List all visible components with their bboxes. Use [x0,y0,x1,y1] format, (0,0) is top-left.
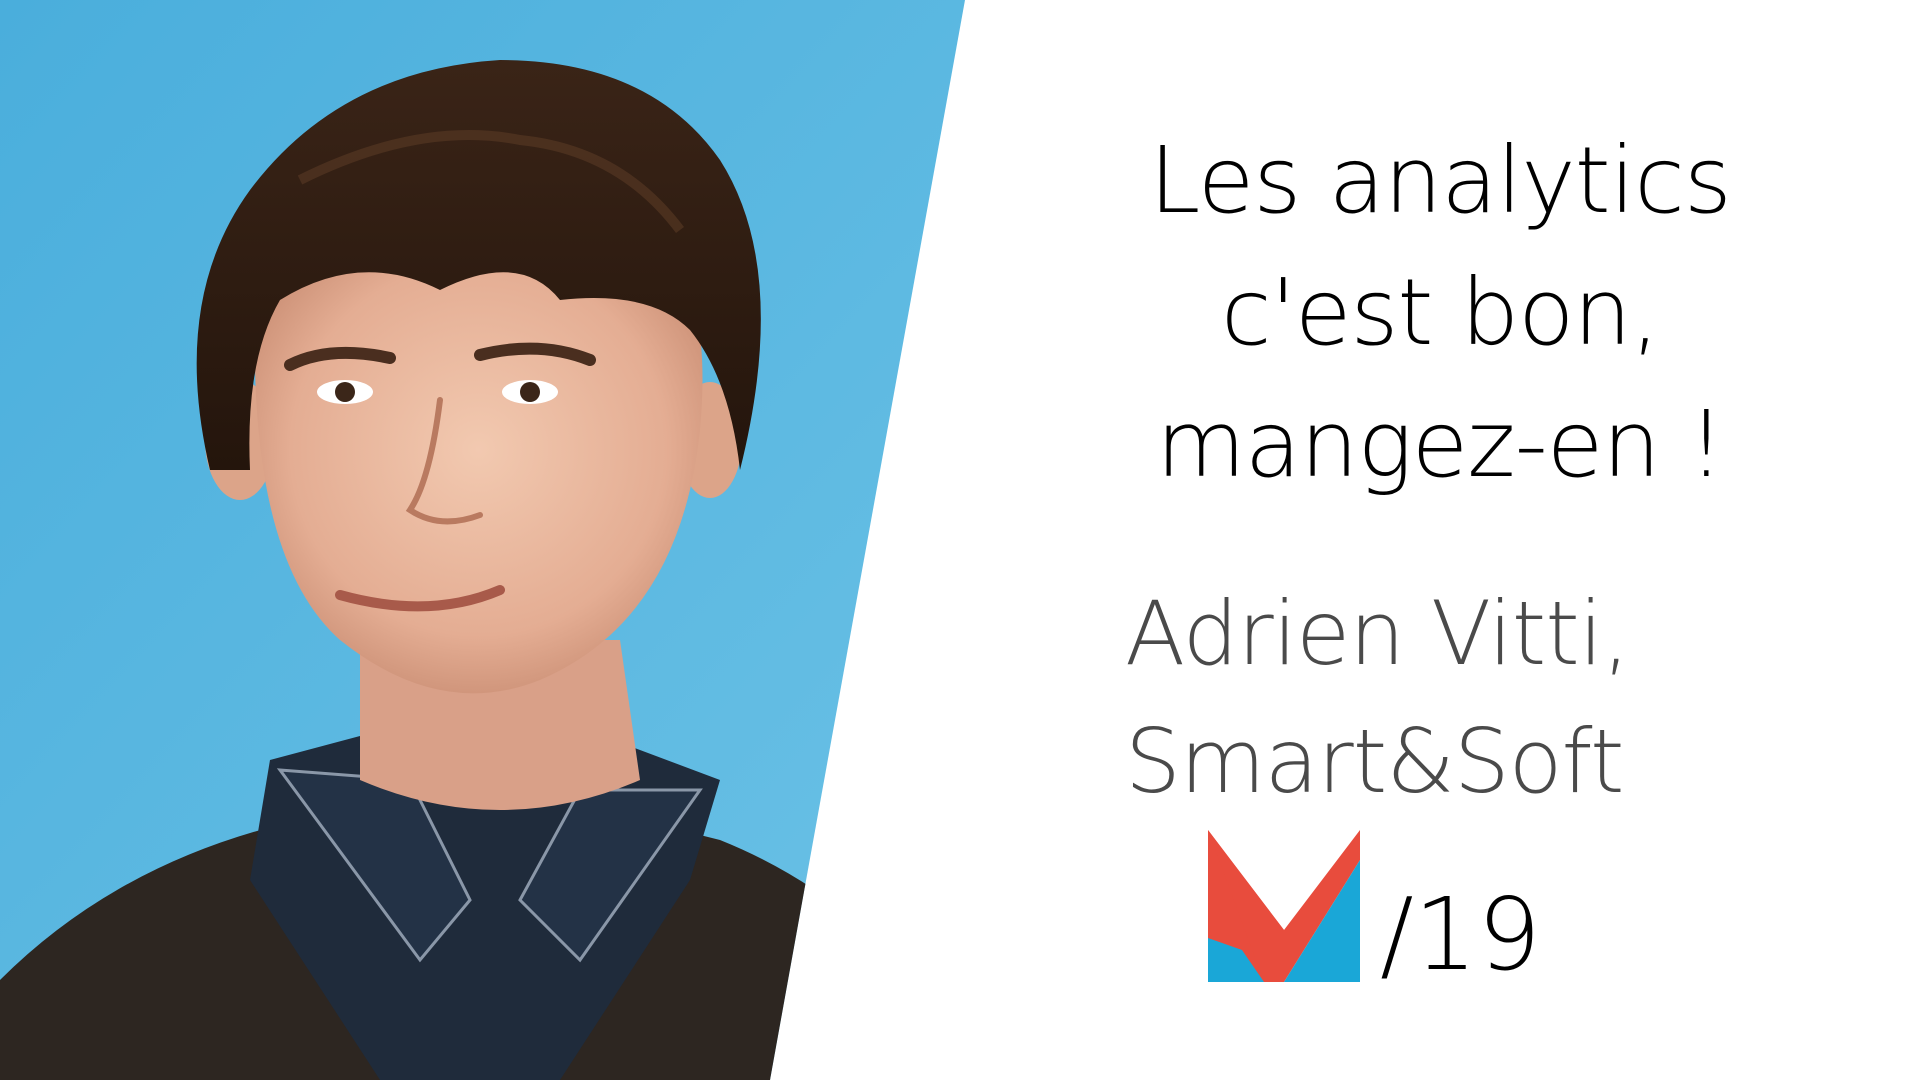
talk-title-line-2: c'est bon, [1221,259,1660,366]
event-edition: /19 [1380,876,1541,993]
speaker-info: Adrien Vitti, Smart&Soft [1125,570,1825,826]
talk-title-line-1: Les analytics [1149,127,1732,234]
talk-title-line-3: mangez-en ! [1156,391,1725,498]
talk-title: Les analytics c'est bon, mangez-en ! [1080,115,1800,511]
speaker-company: Smart&Soft [1125,710,1624,813]
m-logo-icon [1208,830,1360,982]
talk-slide: Les analytics c'est bon, mangez-en ! Adr… [0,0,1920,1080]
speaker-name: Adrien Vitti, [1125,582,1630,685]
